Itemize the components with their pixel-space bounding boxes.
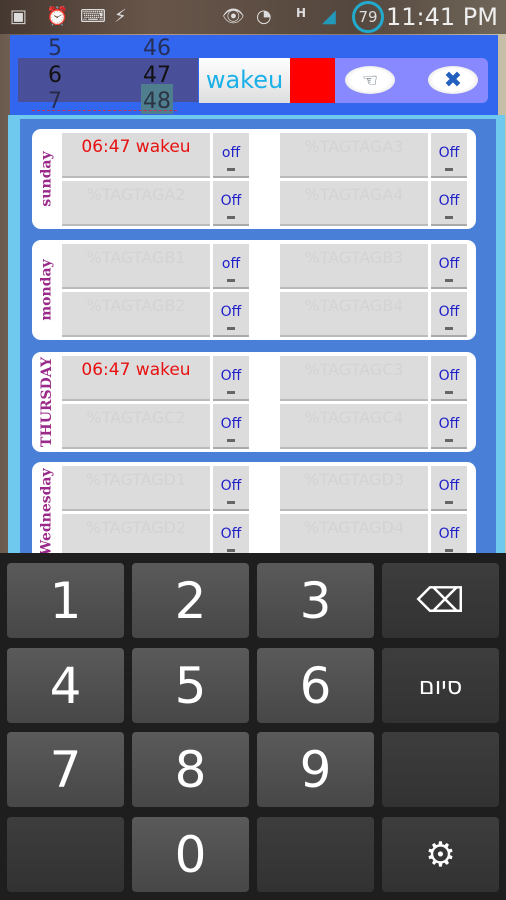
alarm-slot[interactable]: %TAGTAGC4 (280, 404, 428, 449)
key-0[interactable]: 0 (132, 817, 249, 892)
toggle-button[interactable]: Off (213, 292, 249, 337)
day-card-wednesday: Wednesday %TAGTAGD1 Off %TAGTAGD2 Off %TAGTAG… (32, 462, 476, 555)
toggle-button[interactable]: Off (431, 133, 467, 178)
day-card-sunday: sunday 06:47 wakeu off %TAGTAGA2 Off %TAGTAGA… (32, 129, 476, 229)
eye-icon: 👁 (222, 6, 245, 27)
backspace-key[interactable]: ⌫ (382, 563, 499, 638)
network-type: H (296, 6, 307, 20)
divider (32, 110, 177, 111)
color-swatch[interactable] (290, 58, 335, 103)
toggle-button[interactable]: Off (213, 181, 249, 226)
signal-icon: ◢ (322, 6, 336, 27)
done-key[interactable]: סיום (382, 648, 499, 723)
day-label: THURSDAY (39, 357, 55, 447)
alarm-slot[interactable]: %TAGTAGA3 (280, 133, 428, 178)
settings-key[interactable]: ⚙ (382, 817, 499, 892)
key-5[interactable]: 5 (132, 648, 249, 723)
blank-key[interactable] (382, 732, 499, 807)
toggle-button[interactable]: Off (213, 356, 249, 401)
numeric-keyboard: 1 2 3 ⌫ 4 5 6 סיום 7 8 9 0 ⚙ (0, 553, 506, 900)
battery-icon: 79 (352, 1, 384, 33)
time-picker[interactable]: 5 6 7 46 47 48 (18, 36, 198, 114)
flash-icon: ⚡ (114, 6, 127, 27)
save-button[interactable]: ☜ (345, 66, 395, 94)
alarm-slot[interactable]: %TAGTAGB2 (62, 292, 210, 337)
day-card-thursday: THURSDAY 06:47 wakeu Off %TAGTAGC2 Off %TAGTA… (32, 352, 476, 452)
alarm-slot[interactable]: %TAGTAGD1 (62, 466, 210, 511)
status-bar: ▣ ⏰ ⌨ ⚡ 👁 ◔ H ◢ 79 11:41 PM (0, 0, 506, 34)
key-3[interactable]: 3 (257, 563, 374, 638)
hour-prev[interactable]: 5 (35, 36, 75, 61)
toggle-button[interactable]: Off (431, 466, 467, 511)
key-4[interactable]: 4 (7, 648, 124, 723)
toggle-button[interactable]: Off (431, 356, 467, 401)
blank-key[interactable] (257, 817, 374, 892)
alarm-slot[interactable]: %TAGTAGD2 (62, 514, 210, 555)
key-6[interactable]: 6 (257, 648, 374, 723)
alarm-slot[interactable]: %TAGTAGB3 (280, 244, 428, 289)
alarm-slot[interactable]: 06:47 wakeu (62, 356, 210, 401)
clock: 11:41 PM (386, 3, 498, 31)
key-7[interactable]: 7 (7, 732, 124, 807)
alarm-slot[interactable]: %TAGTAGC3 (280, 356, 428, 401)
blank-key[interactable] (7, 817, 124, 892)
day-list[interactable]: sunday 06:47 wakeu off %TAGTAGA2 Off %TAGTAGA… (20, 119, 496, 555)
schedule-panel: sunday 06:47 wakeu off %TAGTAGA2 Off %TAGTAGA… (8, 115, 505, 555)
gallery-icon: ▣ (10, 6, 28, 27)
cancel-button[interactable]: ✖ (428, 66, 478, 94)
toggle-button[interactable]: Off (213, 514, 249, 555)
key-1[interactable]: 1 (7, 563, 124, 638)
alarm-slot[interactable]: %TAGTAGB1 (62, 244, 210, 289)
day-card-monday: monday %TAGTAGB1 off %TAGTAGB2 Off %TAGTAGB3 O… (32, 240, 476, 340)
key-8[interactable]: 8 (132, 732, 249, 807)
toggle-button[interactable]: Off (431, 404, 467, 449)
day-label: Wednesday (39, 468, 55, 555)
hand-save-icon: ☜ (361, 69, 379, 91)
hour-selected[interactable]: 6 (35, 63, 75, 88)
toggle-button[interactable]: Off (431, 514, 467, 555)
key-2[interactable]: 2 (132, 563, 249, 638)
alarm-slot[interactable]: %TAGTAGD4 (280, 514, 428, 555)
toggle-button[interactable]: Off (431, 244, 467, 289)
alarm-icon: ⏰ (46, 6, 69, 27)
toggle-button[interactable]: off (213, 133, 249, 178)
toggle-button[interactable]: Off (431, 181, 467, 226)
alarm-slot[interactable]: %TAGTAGA4 (280, 181, 428, 226)
alarm-slot[interactable]: %TAGTAGA2 (62, 181, 210, 226)
keyboard-icon: ⌨ (80, 6, 106, 27)
alarm-slot[interactable]: %TAGTAGD3 (280, 466, 428, 511)
minute-selected[interactable]: 47 (137, 63, 177, 88)
toggle-button[interactable]: Off (213, 404, 249, 449)
alarm-slot[interactable]: 06:47 wakeu (62, 133, 210, 178)
alarm-name-field[interactable]: wakeu (199, 58, 290, 103)
key-9[interactable]: 9 (257, 732, 374, 807)
button-bar: ☜ ✖ (335, 58, 488, 103)
day-label: monday (39, 259, 56, 321)
toggle-button[interactable]: Off (213, 466, 249, 511)
toggle-button[interactable]: Off (431, 292, 467, 337)
minute-prev[interactable]: 46 (137, 36, 177, 61)
alarm-slot[interactable]: %TAGTAGB4 (280, 292, 428, 337)
toggle-button[interactable]: off (213, 244, 249, 289)
sync-icon: ◔ (256, 6, 272, 27)
close-x-icon: ✖ (443, 67, 463, 93)
day-label: sunday (39, 151, 56, 207)
alarm-slot[interactable]: %TAGTAGC2 (62, 404, 210, 449)
alarm-editor: 5 6 7 46 47 48 wakeu ☜ ✖ (10, 35, 498, 117)
